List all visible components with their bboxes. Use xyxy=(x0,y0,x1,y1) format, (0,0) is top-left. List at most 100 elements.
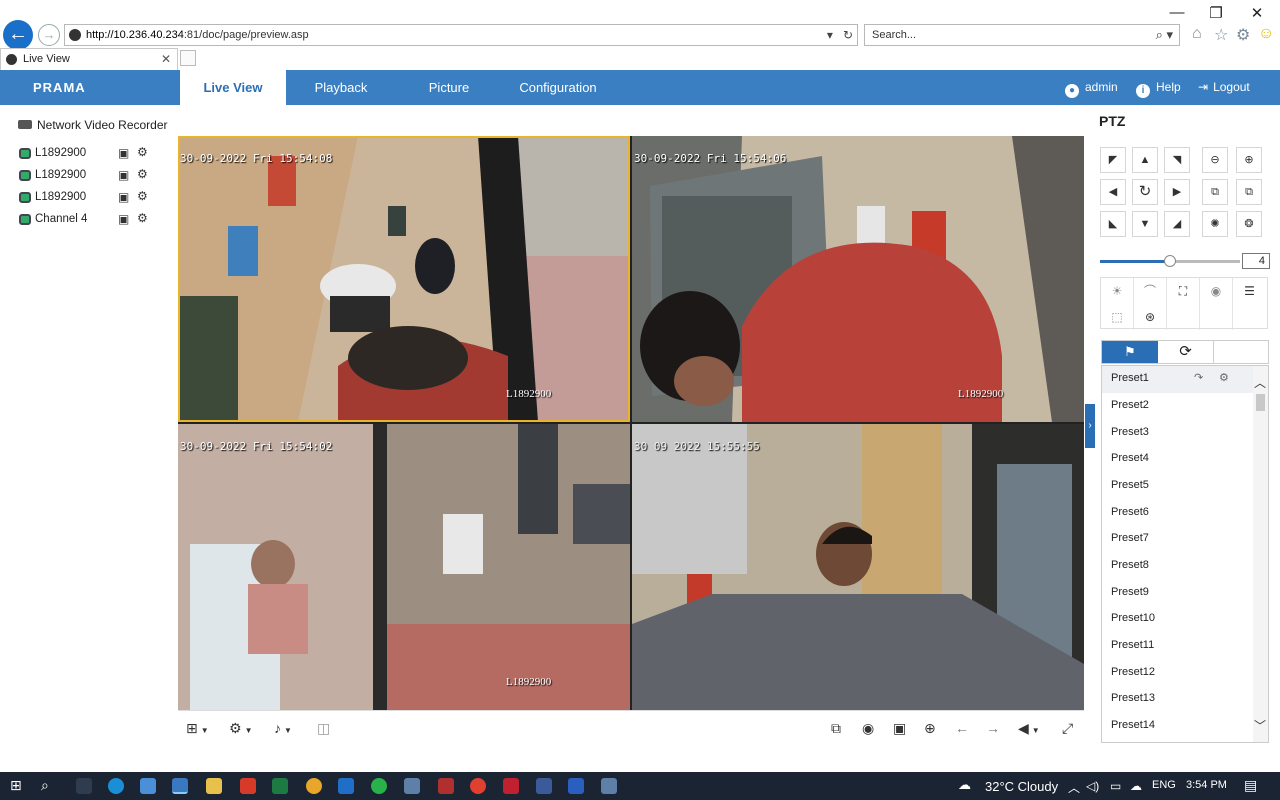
scroll-thumb[interactable] xyxy=(1256,394,1265,411)
edge-icon[interactable] xyxy=(108,778,124,794)
layout-grid-button[interactable]: ⊞ ▼ xyxy=(186,720,209,737)
stop-all-button[interactable]: ⧉ xyxy=(831,720,841,737)
chevron-up-icon[interactable]: ︿ xyxy=(1254,374,1266,391)
volume-button[interactable]: ◀ ▼ xyxy=(1018,720,1040,737)
minimize-button[interactable]: — xyxy=(1167,4,1187,21)
menu-button[interactable]: ☰ xyxy=(1233,278,1266,304)
ptz-control-icon[interactable]: ⚙ xyxy=(137,211,148,225)
onedrive-icon[interactable]: ☁ xyxy=(1130,779,1142,793)
notification-icon[interactable]: ▤ xyxy=(1244,777,1257,794)
snapshot-button[interactable]: ◉ xyxy=(862,720,874,737)
app-icon[interactable] xyxy=(503,778,519,794)
fisheye-button[interactable]: ◫ xyxy=(317,720,330,737)
channel-item[interactable]: L1892900 ▣ ⚙ xyxy=(19,145,159,162)
internet-explorer-icon[interactable] xyxy=(172,778,188,794)
preset-item[interactable]: Preset12 xyxy=(1102,660,1254,687)
focus-far-button[interactable]: ⧉ xyxy=(1236,179,1262,205)
preset-item[interactable]: Preset9 xyxy=(1102,580,1254,607)
tab-configuration[interactable]: Configuration xyxy=(508,70,608,105)
search-icon[interactable]: ⌕ xyxy=(41,777,49,794)
address-bar[interactable]: http://10.236.40.234:81/doc/page/preview… xyxy=(64,24,858,46)
next-page-button[interactable]: → xyxy=(986,720,1000,736)
home-icon[interactable]: ⌂ xyxy=(1192,25,1202,43)
app-icon[interactable] xyxy=(470,778,486,794)
zoom-out-button[interactable]: ⊖ xyxy=(1202,147,1228,173)
focus-near-button[interactable]: ⧉ xyxy=(1202,179,1228,205)
preset-item[interactable]: Preset8 xyxy=(1102,553,1254,580)
nvr-root[interactable]: Network Video Recorder xyxy=(18,118,168,132)
auxiliary-focus-button[interactable]: ⛶ xyxy=(1167,278,1200,304)
tab-close-icon[interactable]: ✕ xyxy=(161,52,171,66)
ptz-speed-value[interactable]: 4 xyxy=(1242,253,1270,269)
channel-item[interactable]: L1892900 ▣ ⚙ xyxy=(19,167,159,184)
collapse-panel-toggle[interactable]: › xyxy=(1085,404,1095,448)
app-icon[interactable] xyxy=(140,778,156,794)
preset-settings-icon[interactable]: ⚙ xyxy=(1219,366,1229,390)
ptz-down-left-button[interactable]: ◣ xyxy=(1100,211,1126,237)
video-cell-3[interactable]: 30-09-2022 Fri 15:54:02 L1892900 xyxy=(178,424,630,710)
chevron-down-icon[interactable]: ﹀ xyxy=(1254,717,1266,734)
tab-patrols[interactable]: ⟳ xyxy=(1158,341,1214,363)
search-input[interactable]: Search... xyxy=(872,29,916,41)
refresh-icon[interactable]: ↻ xyxy=(843,28,853,42)
restore-button[interactable]: ❐ xyxy=(1206,4,1226,22)
help-link[interactable]: i Help xyxy=(1136,80,1181,98)
app-icon[interactable] xyxy=(536,778,552,794)
back-button[interactable]: ← xyxy=(3,20,33,50)
address-controls[interactable]: ▾ ↻ xyxy=(827,28,853,42)
stream-select-button[interactable]: ⚙ ▼ xyxy=(229,720,252,737)
task-view-icon[interactable] xyxy=(76,778,92,794)
excel-icon[interactable] xyxy=(272,778,288,794)
audio-button[interactable]: ♪ ▼ xyxy=(274,720,292,736)
ptz-control-icon[interactable]: ⚙ xyxy=(137,189,148,203)
ptz-up-left-button[interactable]: ◤ xyxy=(1100,147,1126,173)
preset-item[interactable]: Preset7 xyxy=(1102,526,1254,553)
favorites-star-icon[interactable]: ☆ xyxy=(1214,25,1228,45)
settings-gear-icon[interactable]: ⚙ xyxy=(1236,25,1250,45)
tab-live-view[interactable]: Live View xyxy=(180,70,286,105)
ptz-control-icon[interactable]: ⚙ xyxy=(137,145,148,159)
fullscreen-button[interactable]: ⤢ xyxy=(1062,720,1073,737)
logout-link[interactable]: ⇥ Logout xyxy=(1198,80,1250,94)
channel-item[interactable]: Channel 4 ▣ ⚙ xyxy=(19,211,159,228)
record-icon[interactable]: ▣ xyxy=(118,146,129,160)
ptz-down-right-button[interactable]: ◢ xyxy=(1164,211,1190,237)
preset-item[interactable]: Preset5 xyxy=(1102,473,1254,500)
close-window-button[interactable]: ✕ xyxy=(1247,4,1267,22)
forward-button[interactable]: → xyxy=(38,24,60,46)
video-cell-2[interactable]: 30-09-2022 Fri 15:54:06 L1892900 xyxy=(632,136,1084,422)
preset-item[interactable]: Preset10 xyxy=(1102,606,1254,633)
ptz-speed-slider[interactable] xyxy=(1100,255,1240,267)
channel-item[interactable]: L1892900 ▣ ⚙ xyxy=(19,189,159,206)
manual-track-button[interactable]: ⬚ xyxy=(1101,304,1134,330)
ptz-auto-button[interactable]: ↻ xyxy=(1132,179,1158,205)
windows-start-icon[interactable]: ⊞ xyxy=(10,777,22,794)
whatsapp-icon[interactable] xyxy=(371,778,387,794)
3d-zoom-button[interactable]: ⊛ xyxy=(1134,304,1167,330)
dropdown-icon[interactable]: ▾ xyxy=(827,28,833,42)
record-icon[interactable]: ▣ xyxy=(118,212,129,226)
preset-item[interactable]: Preset3 xyxy=(1102,420,1254,447)
search-box[interactable]: Search... ⌕ ▾ xyxy=(864,24,1180,46)
volume-icon[interactable]: ◁) xyxy=(1086,779,1099,793)
slider-handle[interactable] xyxy=(1164,255,1176,267)
tab-playback[interactable]: Playback xyxy=(290,70,392,105)
preset-item[interactable]: Preset6 xyxy=(1102,500,1254,527)
weather-label[interactable]: 32°C Cloudy xyxy=(985,779,1058,794)
digital-zoom-button[interactable]: ⊕ xyxy=(924,720,936,737)
iris-open-button[interactable]: ✺ xyxy=(1202,211,1228,237)
call-preset-icon[interactable]: ↷ xyxy=(1194,366,1203,390)
tab-picture[interactable]: Picture xyxy=(400,70,498,105)
preset-item[interactable]: Preset11 xyxy=(1102,633,1254,660)
user-menu[interactable]: ● admin xyxy=(1065,80,1118,98)
preset-item[interactable]: Preset4 xyxy=(1102,446,1254,473)
tab-presets[interactable]: ⚑ xyxy=(1102,341,1158,363)
tab-pattern[interactable] xyxy=(1214,341,1270,363)
tray-overflow-icon[interactable]: ︿ xyxy=(1068,779,1080,796)
preset-item[interactable]: Preset14 xyxy=(1102,713,1254,740)
ptz-down-button[interactable]: ▼ xyxy=(1132,211,1158,237)
preset-item[interactable]: Preset13 xyxy=(1102,686,1254,713)
chrome-icon[interactable] xyxy=(306,778,322,794)
wiper-button[interactable]: ⌒ xyxy=(1134,278,1167,304)
app-icon[interactable] xyxy=(601,778,617,794)
